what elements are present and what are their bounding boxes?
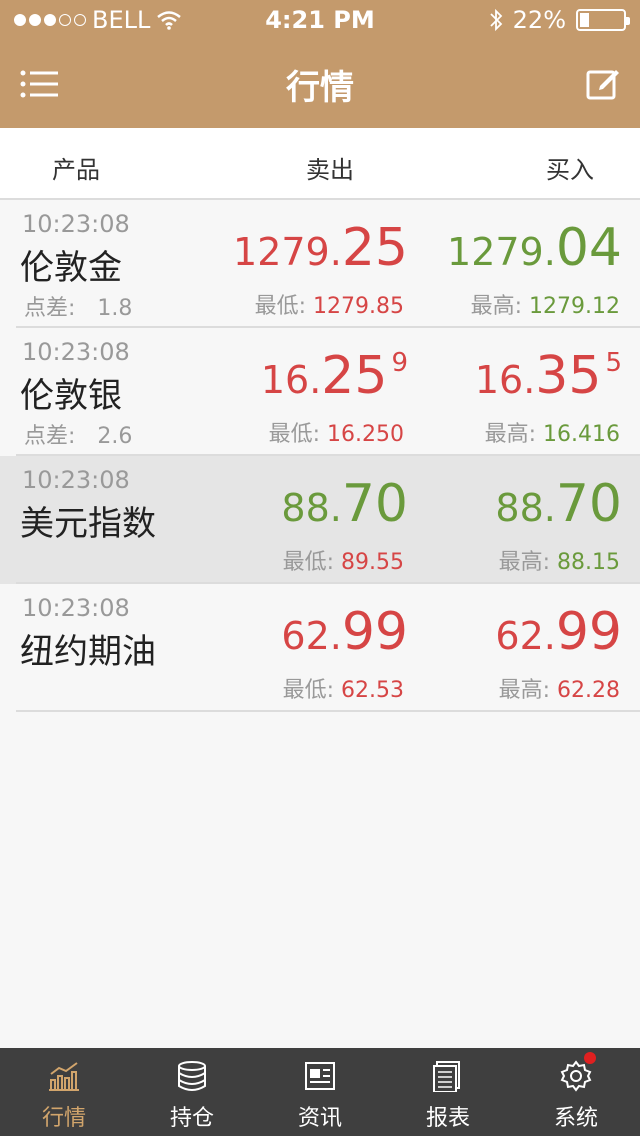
high-price: 最高: 88.15	[499, 544, 620, 576]
product-name: 美元指数	[20, 504, 156, 544]
product-name: 伦敦银	[20, 376, 122, 416]
price-main: 88.	[495, 486, 556, 530]
price-main: 16.	[260, 358, 322, 402]
high-label: 最高:	[484, 422, 537, 447]
quote-row[interactable]: 10:23:08 伦敦金 点差: 1.8 1279.25 1279.04 最低: 1279.…	[0, 200, 640, 328]
price-pips: 35	[535, 346, 602, 406]
price-pips: 70	[341, 474, 408, 534]
high-price: 最高: 62.28	[499, 672, 620, 704]
high-value: 1279.12	[529, 294, 620, 319]
low-price: 最低: 62.53	[283, 672, 404, 704]
low-label: 最低:	[282, 550, 335, 575]
quote-time: 10:23:08	[22, 210, 130, 238]
spread-label: 点差:	[24, 424, 76, 449]
buy-price[interactable]: 88.70	[495, 474, 622, 534]
quote-time: 10:23:08	[22, 594, 130, 622]
tab-label: 报表	[425, 1106, 470, 1131]
tab-bar: 行情 持仓 资讯 报表 系统	[0, 1048, 640, 1136]
status-right: 22%	[489, 6, 630, 34]
status-bar: BELL 4:21 PM 22%	[0, 0, 640, 40]
tab-label: 行情	[41, 1106, 86, 1131]
chart-icon	[49, 1062, 79, 1091]
quote-list: 10:23:08 伦敦金 点差: 1.8 1279.25 1279.04 最低: 1279.…	[0, 200, 640, 712]
spread-label: 点差:	[24, 296, 76, 321]
report-icon	[433, 1061, 460, 1092]
price-main: 1279.	[447, 230, 556, 274]
tab-reports[interactable]: 报表	[384, 1048, 512, 1136]
price-pips: 70	[555, 474, 622, 534]
tab-system[interactable]: 系统	[512, 1048, 640, 1136]
low-value: 62.53	[341, 678, 404, 703]
tab-market[interactable]: 行情	[0, 1048, 128, 1136]
high-label: 最高:	[498, 678, 551, 703]
high-value: 16.416	[543, 422, 620, 447]
column-product: 产品	[52, 156, 100, 184]
high-price: 最高: 1279.12	[471, 288, 620, 320]
price-pips: 99	[555, 602, 622, 662]
quote-row[interactable]: 10:23:08 纽约期油 62.99 62.99 最低: 62.53 最高: 62.28	[0, 584, 640, 712]
battery-icon	[576, 9, 630, 31]
gear-icon	[560, 1060, 592, 1092]
high-value: 62.28	[557, 678, 620, 703]
price-main: 88.	[281, 486, 342, 530]
sell-price[interactable]: 62.99	[281, 602, 408, 662]
page-title: 行情	[286, 68, 354, 108]
tab-label: 系统	[553, 1106, 598, 1131]
nav-bar: 行情	[0, 40, 640, 128]
tab-label: 资讯	[297, 1106, 342, 1131]
low-label: 最低:	[282, 678, 335, 703]
quote-time: 10:23:08	[22, 338, 130, 366]
sell-price[interactable]: 88.70	[281, 474, 408, 534]
price-pips: 99	[341, 602, 408, 662]
battery-percent: 22%	[512, 6, 566, 34]
row-divider	[16, 710, 640, 712]
low-price: 最低: 1279.85	[255, 288, 404, 320]
quote-row[interactable]: 10:23:08 伦敦银 点差: 2.6 16.25 9 16.35 5 最低: 16.250 最…	[0, 328, 640, 456]
notification-badge	[584, 1052, 596, 1064]
price-main: 62.	[281, 614, 342, 658]
price-pips: 25	[321, 346, 388, 406]
low-value: 89.55	[341, 550, 404, 575]
edit-icon[interactable]	[586, 66, 620, 100]
high-label: 最高:	[498, 550, 551, 575]
quote-time: 10:23:08	[22, 466, 130, 494]
price-main: 16.	[474, 358, 536, 402]
sell-price[interactable]: 1279.25	[233, 218, 408, 278]
news-icon	[305, 1062, 335, 1090]
quote-row[interactable]: 10:23:08 美元指数 88.70 88.70 最低: 89.55 最高: 88.15	[0, 456, 640, 584]
tab-label: 持仓	[169, 1106, 214, 1131]
product-name: 伦敦金	[20, 248, 122, 288]
buy-price[interactable]: 1279.04	[447, 218, 622, 278]
price-pips: 25	[341, 218, 408, 278]
sell-price[interactable]: 16.25 9	[261, 346, 408, 406]
product-name: 纽约期油	[20, 632, 156, 672]
database-icon	[178, 1061, 206, 1091]
high-price: 最高: 16.416	[485, 416, 620, 448]
low-price: 最低: 89.55	[283, 544, 404, 576]
price-fraction: 9	[391, 348, 408, 378]
high-label: 最高:	[470, 294, 523, 319]
buy-price[interactable]: 16.35 5	[475, 346, 622, 406]
high-value: 88.15	[557, 550, 620, 575]
price-main: 62.	[495, 614, 556, 658]
low-value: 16.250	[327, 422, 404, 447]
low-label: 最低:	[268, 422, 321, 447]
bluetooth-icon	[490, 8, 502, 32]
price-fraction: 5	[605, 348, 622, 378]
price-main: 1279.	[233, 230, 342, 274]
tab-news[interactable]: 资讯	[256, 1048, 384, 1136]
low-price: 最低: 16.250	[269, 416, 404, 448]
price-pips: 04	[555, 218, 622, 278]
spread-value: 1.8	[97, 296, 133, 321]
low-value: 1279.85	[313, 294, 404, 319]
low-label: 最低:	[254, 294, 307, 319]
column-header: 产品 卖出 买入	[0, 128, 640, 200]
buy-price[interactable]: 62.99	[495, 602, 622, 662]
tab-positions[interactable]: 持仓	[128, 1048, 256, 1136]
column-buy: 买入	[546, 156, 594, 184]
column-sell: 卖出	[306, 156, 354, 184]
spread-value: 2.6	[97, 424, 133, 449]
spread: 点差: 1.8	[24, 290, 132, 322]
spread: 点差: 2.6	[24, 418, 132, 450]
